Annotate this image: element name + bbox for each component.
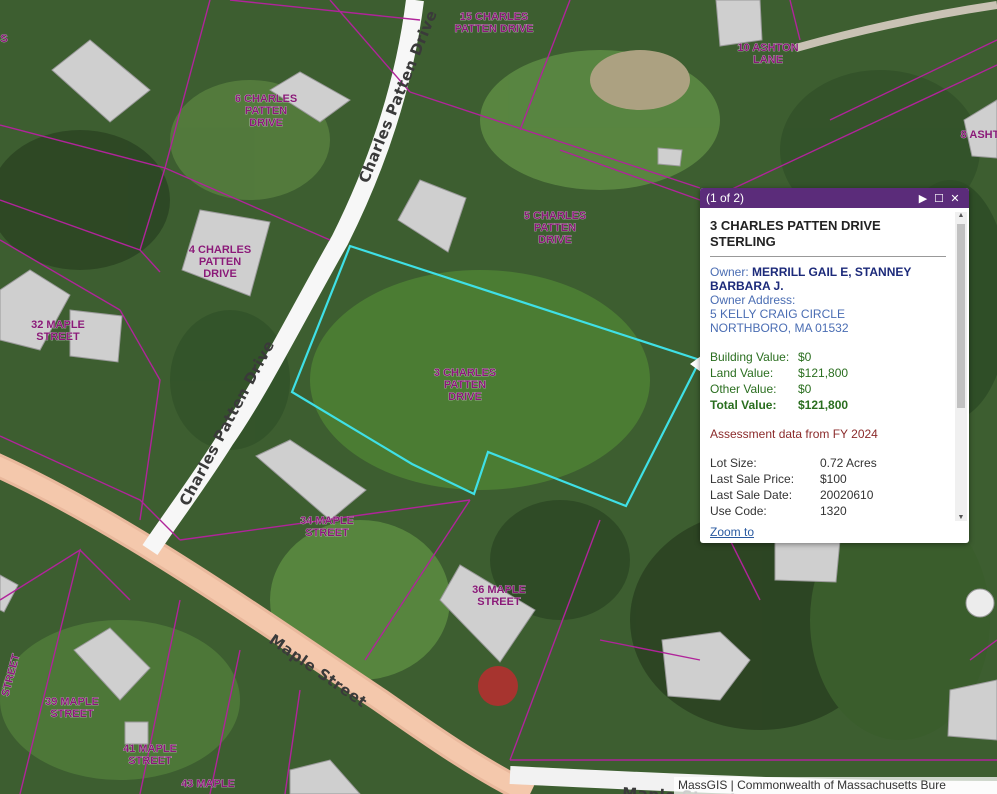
popup-title-address: 3 CHARLES PATTEN DRIVE <box>710 218 881 233</box>
value-table: Building Value: $0 Land Value: $121,800 Ot… <box>710 349 946 413</box>
details-table: Lot Size: 0.72 Acres Last Sale Price: $100… <box>710 455 946 519</box>
detail-row: Last Sale Date: 20020610 <box>710 487 946 503</box>
value-amount: $0 <box>798 350 812 364</box>
scroll-up-icon[interactable]: ▲ <box>955 212 967 219</box>
value-label: Building Value: <box>710 350 790 364</box>
detail-row: Use Code: 1320 <box>710 503 946 519</box>
close-icon[interactable]: ✕ <box>947 192 963 205</box>
zoom-to-link[interactable]: Zoom to <box>710 525 754 539</box>
label-39-maple: 39 MAPLE STREET <box>45 696 99 720</box>
owner-address-line1: 5 KELLY CRAIG CIRCLE <box>710 307 845 321</box>
scroll-down-icon[interactable]: ▼ <box>955 514 967 521</box>
divider <box>710 256 946 257</box>
detail-value: $100 <box>820 472 847 486</box>
detail-label: Last Sale Price: <box>710 472 795 486</box>
owner-line: Owner: MERRILL GAIL E, STANNEY BARBARA J… <box>710 265 946 293</box>
detail-label: Lot Size: <box>710 456 757 470</box>
owner-address-label: Owner Address: <box>710 293 796 307</box>
detail-value: 20020610 <box>820 488 874 502</box>
label-8-ashton: 8 ASHT <box>961 129 997 141</box>
value-amount: $0 <box>798 382 812 396</box>
value-amount: $121,800 <box>798 366 849 380</box>
label-32-maple: 32 MAPLE STREET <box>31 319 85 343</box>
detail-value: 0.72 Acres <box>820 456 877 470</box>
value-label: Land Value: <box>710 366 774 380</box>
detail-value: 1320 <box>820 504 847 518</box>
value-row: Land Value: $121,800 <box>710 365 946 381</box>
detail-label: Use Code: <box>710 504 767 518</box>
value-label: Total Value: <box>710 398 777 412</box>
value-row-total: Total Value: $121,800 <box>710 397 946 413</box>
detail-row: Lot Size: 0.72 Acres <box>710 455 946 471</box>
popup-titlebar: (1 of 2) ▶ ☐ ✕ <box>700 188 969 208</box>
value-amount: $121,800 <box>798 398 849 412</box>
value-row: Other Value: $0 <box>710 381 946 397</box>
next-feature-icon[interactable]: ▶ <box>915 192 931 205</box>
label-left-edge: S <box>0 33 7 45</box>
value-label: Other Value: <box>710 382 777 396</box>
maximize-icon[interactable]: ☐ <box>931 192 947 205</box>
popup-scrollbar[interactable]: ▲ ▼ <box>955 212 967 521</box>
map-attribution: MassGIS | Commonwealth of Massachusetts … <box>674 777 997 794</box>
detail-row: Last Sale Price: $100 <box>710 471 946 487</box>
parcel-popup: (1 of 2) ▶ ☐ ✕ 3 CHARLES PATTEN DRIVE ST… <box>700 188 969 543</box>
scrollbar-thumb[interactable] <box>957 224 965 408</box>
label-43-maple: 43 MAPLE <box>181 778 235 790</box>
label-41-maple: 41 MAPLE STREET <box>123 743 177 767</box>
label-36-maple: 36 MAPLE STREET <box>472 584 526 608</box>
owner-address-line2: NORTHBORO, MA 01532 <box>710 321 849 335</box>
label-34-maple: 34 MAPLE STREET <box>300 515 354 539</box>
popup-body: 3 CHARLES PATTEN DRIVE STERLING Owner: M… <box>700 208 969 543</box>
assessment-note: Assessment data from FY 2024 <box>710 427 878 441</box>
value-row: Building Value: $0 <box>710 349 946 365</box>
popup-count: (1 of 2) <box>706 191 745 205</box>
popup-title-town: STERLING <box>710 234 776 249</box>
label-15-charles: 15 CHARLES PATTEN DRIVE <box>454 11 533 35</box>
detail-label: Last Sale Date: <box>710 488 793 502</box>
owner-label: Owner: <box>710 265 749 279</box>
popup-content[interactable]: 3 CHARLES PATTEN DRIVE STERLING Owner: M… <box>710 218 946 519</box>
